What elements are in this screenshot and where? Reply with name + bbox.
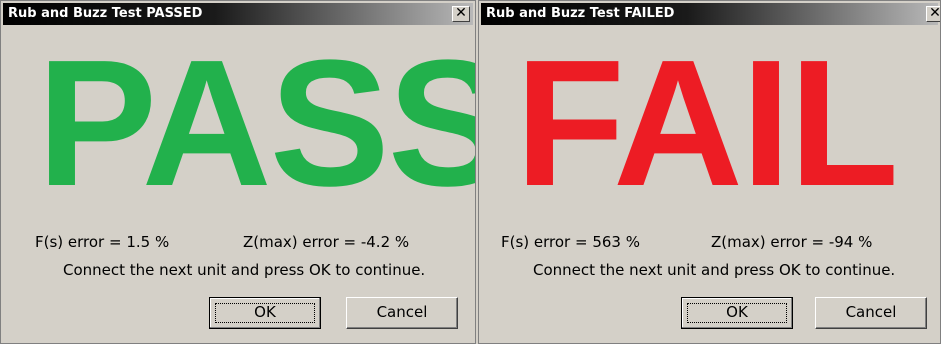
fail-cancel-label: Cancel (845, 303, 897, 321)
pass-zmax-error: Z(max) error = -4.2 % (243, 233, 410, 251)
fail-instruction-message: Connect the next unit and press OK to co… (533, 261, 896, 279)
pass-ok-button[interactable]: OK (209, 297, 321, 329)
pass-fs-error: F(s) error = 1.5 % (35, 233, 170, 251)
fail-dialog-titlebar[interactable]: Rub and Buzz Test FAILED ✕ (481, 3, 941, 25)
close-icon: ✕ (929, 5, 941, 21)
fail-dialog: Rub and Buzz Test FAILED ✕ FAIL F(s) err… (478, 0, 941, 344)
fail-ok-button[interactable]: OK (681, 297, 793, 329)
fail-zmax-error: Z(max) error = -94 % (711, 233, 873, 251)
pass-dialog: Rub and Buzz Test PASSED ✕ PASS F(s) err… (0, 0, 476, 344)
pass-ok-label: OK (254, 303, 276, 321)
pass-dialog-titlebar[interactable]: Rub and Buzz Test PASSED ✕ (3, 3, 473, 25)
fail-dialog-close-button[interactable]: ✕ (926, 5, 941, 22)
fail-fs-error: F(s) error = 563 % (501, 233, 640, 251)
pass-result-text: PASS (37, 23, 476, 224)
pass-dialog-close-button[interactable]: ✕ (452, 5, 470, 22)
pass-cancel-button[interactable]: Cancel (346, 297, 458, 329)
fail-dialog-title: Rub and Buzz Test FAILED (486, 6, 675, 21)
fail-cancel-button[interactable]: Cancel (815, 297, 927, 329)
fail-result-text: FAIL (515, 23, 899, 224)
pass-dialog-title: Rub and Buzz Test PASSED (8, 6, 203, 21)
fail-ok-label: OK (726, 303, 748, 321)
pass-instruction-message: Connect the next unit and press OK to co… (63, 261, 426, 279)
pass-cancel-label: Cancel (376, 303, 428, 321)
close-icon: ✕ (455, 5, 467, 21)
